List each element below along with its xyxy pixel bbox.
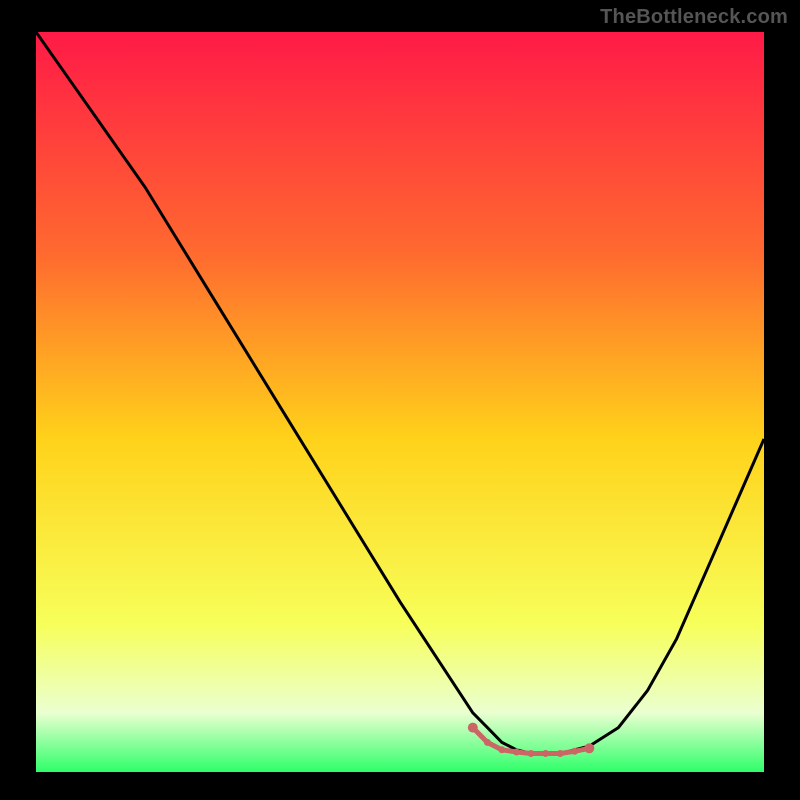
chart-frame: TheBottleneck.com	[0, 0, 800, 800]
gradient-background	[36, 32, 764, 772]
flat-marker	[498, 746, 505, 753]
flat-marker	[484, 739, 491, 746]
flat-marker	[468, 723, 478, 733]
flat-marker	[528, 750, 535, 757]
flat-marker	[557, 750, 564, 757]
flat-marker	[513, 749, 520, 756]
watermark-text: TheBottleneck.com	[600, 6, 788, 29]
flat-marker	[542, 750, 549, 757]
flat-marker	[584, 743, 594, 753]
bottleneck-chart	[36, 32, 764, 772]
plot-area	[36, 32, 764, 772]
flat-marker	[571, 748, 578, 755]
